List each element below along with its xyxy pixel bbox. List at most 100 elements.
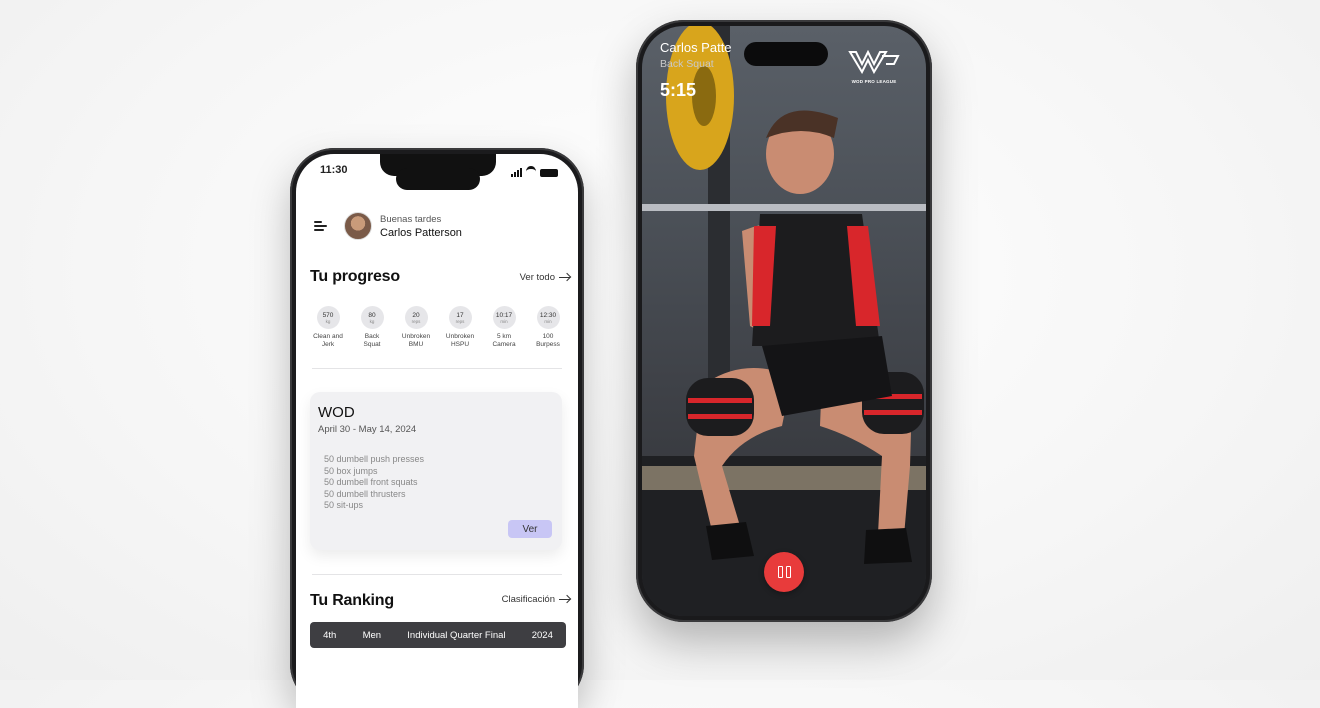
wod-date-range: April 30 - May 14, 2024 [318, 424, 417, 435]
exercise-name: Back Squat [660, 58, 714, 70]
status-time: 11:30 [320, 164, 348, 176]
battery-icon [540, 169, 558, 177]
progress-circle: 17 reps [448, 306, 472, 329]
progress-label-line: BMU [408, 341, 424, 348]
progress-item[interactable]: 570 kg Clean and Jerk [308, 306, 348, 349]
progress-label: Unbroken BMU [402, 333, 430, 349]
progress-value: 10:17 [495, 311, 513, 319]
wod-exercise: 50 dumbell push presses [324, 454, 425, 464]
progress-value: 570 [322, 311, 334, 319]
left-phone-screen: 11:30 Buenas tardes Carlos Patterson Tu … [296, 154, 578, 708]
ranking-position: 4th [323, 629, 337, 641]
athlete-video-frame [642, 26, 926, 616]
logo-text: WOD PRO LEAGUE [851, 79, 897, 84]
ranking-competition: Individual Quarter Final [407, 629, 506, 641]
wod-view-button[interactable]: Ver [508, 520, 552, 538]
barbell [642, 204, 926, 211]
progress-circle: 80 kg [360, 306, 384, 329]
progress-item[interactable]: 20 reps Unbroken BMU [396, 306, 436, 349]
progress-label-line: 100 [542, 333, 554, 340]
logo-mark-icon [848, 49, 900, 75]
progress-label-line: Back [364, 333, 380, 340]
progress-item[interactable]: 80 kg Back Squat [352, 306, 392, 349]
progress-label: 100 Burpess [536, 333, 560, 349]
progress-label: Clean and Jerk [313, 333, 343, 349]
status-icons [511, 166, 558, 177]
progress-circle: 10:17 min [492, 306, 516, 329]
greeting-block: Buenas tardes Carlos Patterson [380, 214, 462, 239]
wod-exercise: 50 box jumps [324, 465, 378, 476]
progress-label-line: Clean and [313, 333, 343, 340]
progress-label-line: HSPU [450, 341, 470, 348]
wod-exercise: 50 dumbell thrusters [324, 488, 406, 499]
progress-label-line: Burpess [536, 341, 560, 348]
progress-circle: 12:30 min [536, 306, 560, 329]
status-bar: 11:30 [320, 162, 558, 178]
progress-label-line: Jerk [321, 341, 335, 348]
ranking-bar[interactable]: 4th Men Individual Quarter Final 2024 [310, 622, 566, 648]
greeting-text: Buenas tardes [380, 213, 442, 225]
progress-unit: min [500, 318, 508, 324]
wod-exercise: 50 sit-ups [324, 500, 364, 510]
divider [312, 368, 562, 369]
pause-icon [777, 566, 791, 578]
progress-label: 5 km Camera [492, 333, 515, 349]
wod-pro-league-logo: WOD PRO LEAGUE [846, 49, 902, 84]
progress-unit: kg [369, 318, 375, 324]
progress-unit: reps [455, 318, 465, 324]
wod-exercise-list: 50 dumbell push presses 50 box jumps 50 … [324, 454, 424, 512]
progress-list: 570 kg Clean and Jerk 80 kg Back Squat 20 … [308, 306, 568, 349]
left-phone: 11:30 Buenas tardes Carlos Patterson Tu … [290, 148, 584, 708]
user-name: Carlos Patterson [380, 226, 462, 239]
arrow-right-icon [559, 598, 570, 601]
ranking-title: Tu Ranking [310, 592, 394, 609]
video-timer: 5:15 [660, 80, 697, 100]
knee-sleeve-left [686, 378, 754, 436]
shoe-right [864, 528, 912, 564]
progress-item[interactable]: 12:30 min 100 Burpess [528, 306, 568, 349]
ranking-category: Men [362, 629, 382, 641]
progress-value: 17 [456, 311, 464, 319]
see-all-link[interactable]: Ver todo [520, 272, 570, 283]
athlete-name: Carlos Patte [660, 40, 732, 55]
wifi-icon [526, 166, 536, 177]
ranking-link-label: Clasificación [501, 594, 555, 605]
progress-item[interactable]: 17 reps Unbroken HSPU [440, 306, 480, 349]
progress-value: 12:30 [539, 311, 557, 319]
wod-exercise: 50 dumbell front squats [324, 477, 418, 487]
progress-unit: kg [325, 318, 331, 324]
progress-label: Unbroken HSPU [446, 333, 474, 349]
pause-record-button[interactable] [764, 552, 804, 592]
progress-label: Back Squat [364, 333, 381, 349]
dynamic-island [744, 42, 828, 66]
video-screen: Carlos Patte Back Squat 5:15 WOD PRO LEA… [642, 26, 926, 616]
ranking-year: 2024 [531, 629, 553, 641]
sleeve-stripe [864, 410, 922, 415]
progress-title: Tu progreso [310, 268, 400, 285]
progress-unit: min [544, 318, 552, 324]
ranking-link[interactable]: Clasificación [502, 594, 570, 605]
progress-label-line: 5 km [496, 333, 512, 340]
progress-label-line: Unbroken [445, 333, 475, 340]
progress-item[interactable]: 10:17 min 5 km Camera [484, 306, 524, 349]
signal-icon [511, 168, 522, 177]
progress-unit: reps [411, 318, 421, 324]
see-all-label: Ver todo [519, 272, 555, 283]
menu-icon[interactable] [314, 221, 328, 231]
sleeve-stripe [688, 414, 752, 419]
progress-value: 20 [412, 311, 420, 319]
avatar[interactable] [344, 212, 372, 240]
progress-label-line: Unbroken [401, 333, 431, 340]
progress-circle: 570 kg [316, 306, 340, 329]
progress-label-line: Squat [363, 341, 381, 348]
wod-card: WOD April 30 - May 14, 2024 50 dumbell p… [310, 392, 562, 550]
header: Buenas tardes Carlos Patterson [314, 212, 462, 240]
wod-title: WOD [318, 404, 355, 421]
divider [312, 574, 562, 575]
progress-label-line: Camera [492, 341, 516, 348]
arrow-right-icon [559, 276, 570, 279]
shoe-left [706, 522, 754, 560]
right-phone: Carlos Patte Back Squat 5:15 WOD PRO LEA… [636, 20, 932, 622]
progress-value: 80 [368, 311, 376, 319]
sleeve-stripe [688, 398, 752, 403]
